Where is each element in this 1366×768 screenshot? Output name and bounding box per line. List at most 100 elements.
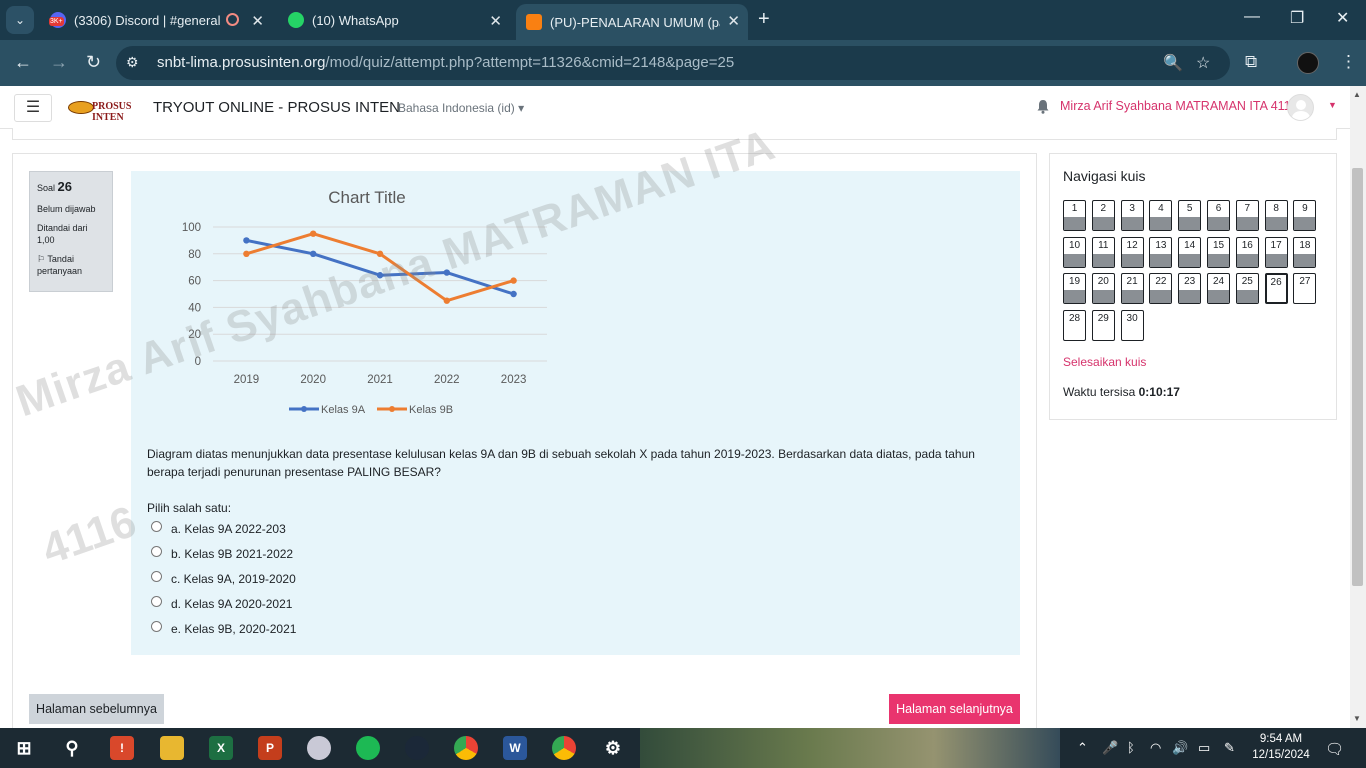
zoom-icon[interactable]: 🔍: [1163, 53, 1183, 73]
word-icon[interactable]: W: [503, 736, 527, 760]
chrome-icon[interactable]: [552, 736, 576, 760]
flag-question-link[interactable]: ⚐ Tandai pertanyaan: [37, 253, 105, 277]
answer-option-label[interactable]: e. Kelas 9B, 2020-2021: [171, 622, 296, 636]
tab-whatsapp[interactable]: (10) WhatsApp ✕: [278, 4, 510, 36]
notification-bell-icon[interactable]: [1036, 99, 1050, 114]
bluetooth-icon[interactable]: ᛒ: [1127, 740, 1135, 755]
system-clock[interactable]: 9:54 AM 12/15/2024: [1246, 731, 1316, 763]
quiz-nav-question-12[interactable]: 12: [1120, 236, 1144, 268]
back-icon[interactable]: ←: [14, 52, 32, 73]
close-tab-icon[interactable]: ✕: [727, 12, 740, 30]
spotify-icon[interactable]: [356, 736, 380, 760]
file-explorer-icon[interactable]: [160, 736, 184, 760]
browser-menu-icon[interactable]: ⋮: [1340, 52, 1357, 72]
quiz-nav-question-15[interactable]: 15: [1207, 236, 1230, 268]
quiz-nav-question-11[interactable]: 11: [1091, 236, 1115, 268]
quiz-nav-question-24[interactable]: 24: [1207, 273, 1230, 304]
forward-icon[interactable]: →: [50, 52, 68, 73]
site-name[interactable]: TRYOUT ONLINE - PROSUS INTEN: [153, 99, 400, 116]
microphone-icon[interactable]: 🎤: [1102, 740, 1118, 756]
app-icon[interactable]: [307, 736, 331, 760]
next-page-button[interactable]: Halaman selanjutnya: [889, 694, 1020, 724]
scroll-up-icon[interactable]: ▲: [1353, 90, 1361, 99]
profile-avatar[interactable]: [1297, 52, 1319, 74]
quiz-nav-question-13[interactable]: 13: [1149, 236, 1173, 268]
close-tab-icon[interactable]: ✕: [251, 12, 264, 30]
radio-button[interactable]: [151, 546, 162, 557]
quiz-nav-question-10[interactable]: 10: [1063, 236, 1086, 268]
quiz-nav-question-30[interactable]: 30: [1120, 309, 1144, 341]
answer-option[interactable]: c. Kelas 9A, 2019-2020: [151, 571, 296, 586]
quiz-nav-question-3[interactable]: 3: [1120, 200, 1144, 231]
app-icon[interactable]: !: [110, 736, 134, 760]
user-avatar[interactable]: [1287, 94, 1314, 121]
quiz-nav-question-22[interactable]: 22: [1149, 273, 1173, 304]
bookmark-star-icon[interactable]: ☆: [1196, 53, 1210, 73]
quiz-nav-question-26[interactable]: 26: [1264, 273, 1288, 304]
site-settings-icon[interactable]: ⚙: [126, 54, 139, 71]
quiz-nav-question-2[interactable]: 2: [1091, 200, 1115, 231]
language-menu[interactable]: Bahasa Indonesia (id) ▾: [398, 101, 524, 115]
quiz-nav-question-23[interactable]: 23: [1178, 273, 1202, 304]
powerpoint-icon[interactable]: P: [258, 736, 282, 760]
quiz-nav-question-20[interactable]: 20: [1091, 273, 1115, 304]
quiz-nav-question-17[interactable]: 17: [1264, 236, 1288, 268]
user-menu-caret-icon[interactable]: ▼: [1328, 100, 1337, 110]
battery-icon[interactable]: ▭: [1198, 740, 1210, 756]
address-bar[interactable]: ⚙ snbt-lima.prosusinten.org/mod/quiz/att…: [116, 46, 1230, 80]
answer-option-label[interactable]: d. Kelas 9A 2020-2021: [171, 597, 292, 611]
quiz-nav-question-9[interactable]: 9: [1293, 200, 1317, 231]
show-hidden-icons-icon[interactable]: ⌃: [1077, 740, 1088, 756]
quiz-nav-question-29[interactable]: 29: [1091, 309, 1115, 341]
quiz-nav-question-16[interactable]: 16: [1235, 236, 1259, 268]
tab-quiz[interactable]: (PU)-PENALARAN UMUM (page ✕: [516, 4, 748, 40]
quiz-nav-question-27[interactable]: 27: [1293, 273, 1317, 304]
radio-button[interactable]: [151, 571, 162, 582]
restore-icon[interactable]: ❐: [1290, 8, 1304, 28]
quiz-nav-question-28[interactable]: 28: [1063, 309, 1086, 341]
answer-option-label[interactable]: a. Kelas 9A 2022-203: [171, 522, 286, 536]
drawer-toggle-button[interactable]: ☰: [14, 94, 52, 122]
quiz-nav-question-4[interactable]: 4: [1149, 200, 1173, 231]
tab-discord[interactable]: 3K+ (3306) Discord | #general | I ✕: [40, 4, 272, 36]
answer-option[interactable]: b. Kelas 9B 2021-2022: [151, 546, 293, 561]
steam-icon[interactable]: [405, 736, 429, 760]
answer-option[interactable]: a. Kelas 9A 2022-203: [151, 521, 286, 536]
scroll-down-icon[interactable]: ▼: [1353, 714, 1361, 723]
quiz-nav-question-7[interactable]: 7: [1235, 200, 1259, 231]
quiz-nav-question-1[interactable]: 1: [1063, 200, 1086, 231]
quiz-nav-question-25[interactable]: 25: [1235, 273, 1259, 304]
quiz-nav-question-18[interactable]: 18: [1293, 236, 1317, 268]
quiz-nav-question-5[interactable]: 5: [1178, 200, 1202, 231]
new-tab-icon[interactable]: +: [758, 8, 770, 31]
notification-center-icon[interactable]: 🗨: [1325, 740, 1344, 758]
extensions-icon[interactable]: ⧉: [1245, 52, 1257, 72]
radio-button[interactable]: [151, 521, 162, 532]
chrome-icon[interactable]: [454, 736, 478, 760]
windows-start-icon[interactable]: ⊞: [12, 736, 36, 760]
scrollbar-thumb[interactable]: [1352, 168, 1363, 586]
reload-icon[interactable]: ↻: [86, 52, 101, 73]
settings-icon[interactable]: ⚙: [601, 736, 625, 760]
answer-option[interactable]: d. Kelas 9A 2020-2021: [151, 596, 292, 611]
answer-option[interactable]: e. Kelas 9B, 2020-2021: [151, 621, 296, 636]
radio-button[interactable]: [151, 621, 162, 632]
url-text[interactable]: snbt-lima.prosusinten.org/mod/quiz/attem…: [157, 54, 734, 71]
answer-option-label[interactable]: b. Kelas 9B 2021-2022: [171, 547, 293, 561]
search-icon[interactable]: ⚲: [60, 736, 84, 760]
quiz-nav-question-14[interactable]: 14: [1178, 236, 1202, 268]
close-tab-icon[interactable]: ✕: [489, 12, 502, 30]
tab-search-dropdown-icon[interactable]: ⌄: [6, 6, 34, 34]
close-window-icon[interactable]: ✕: [1336, 8, 1349, 28]
finish-attempt-link[interactable]: Selesaikan kuis: [1063, 355, 1146, 369]
quiz-nav-question-6[interactable]: 6: [1207, 200, 1230, 231]
wifi-icon[interactable]: ◠: [1150, 740, 1161, 756]
excel-icon[interactable]: X: [209, 736, 233, 760]
radio-button[interactable]: [151, 596, 162, 607]
volume-icon[interactable]: 🔊: [1172, 740, 1188, 756]
quiz-nav-question-8[interactable]: 8: [1264, 200, 1288, 231]
pen-icon[interactable]: ✎: [1224, 740, 1235, 756]
site-logo[interactable]: PROSUS INTEN: [68, 101, 150, 123]
quiz-nav-question-19[interactable]: 19: [1063, 273, 1086, 304]
user-name[interactable]: Mirza Arif Syahbana MATRAMAN ITA 4116: [1060, 99, 1298, 113]
